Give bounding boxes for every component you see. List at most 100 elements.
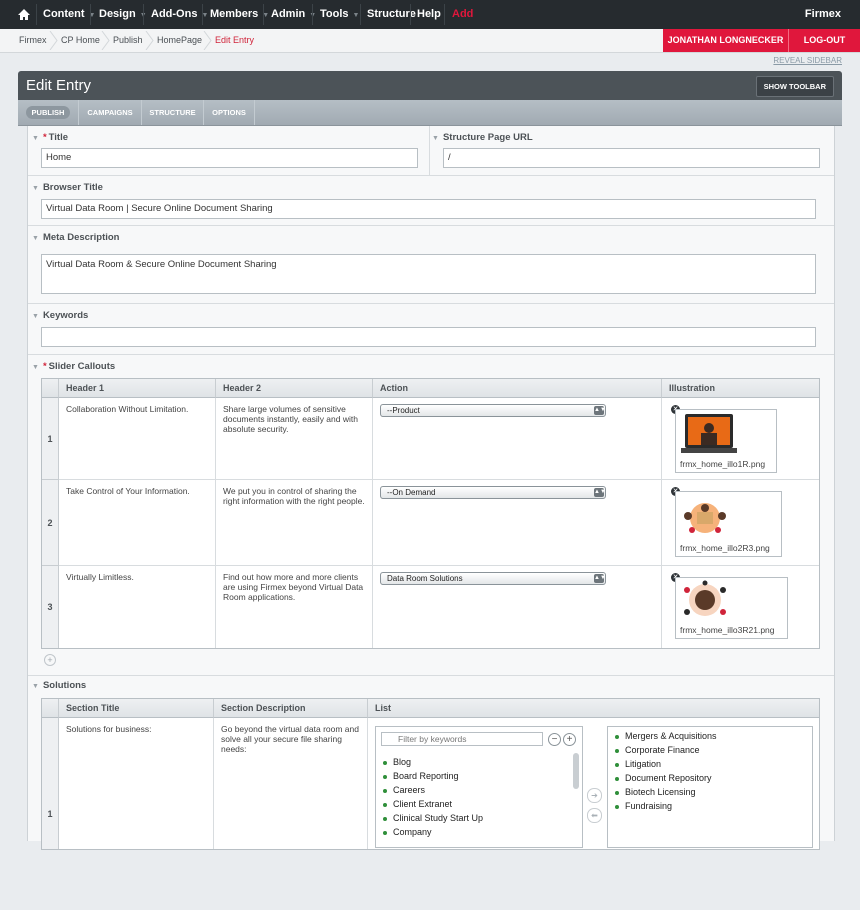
entry-header: Edit Entry SHOW TOOLBAR (18, 71, 842, 100)
table-cell[interactable]: Share large volumes of sensitive documen… (216, 398, 373, 480)
breadcrumb-separator-icon (49, 31, 58, 50)
nav-tools[interactable]: Tools ▼ (320, 0, 359, 29)
action-select[interactable]: --On Demand ▲▼ (380, 486, 606, 499)
title-input[interactable]: Home (41, 148, 418, 168)
file-thumbnail[interactable]: frmx_home_illo2R3.png (675, 491, 782, 557)
collapse-icon[interactable]: ▼ (32, 185, 39, 192)
nav-add[interactable]: Add (452, 0, 473, 29)
reveal-sidebar-link[interactable]: REVEAL SIDEBAR (773, 56, 842, 65)
nav-addons[interactable]: Add-Ons ▼ (151, 0, 208, 29)
row-number-header (42, 379, 59, 398)
file-thumbnail[interactable]: frmx_home_illo1R.png (675, 409, 777, 473)
nav-members[interactable]: Members ▼ (210, 0, 269, 29)
table-cell[interactable]: Find out how more and more clients are u… (216, 566, 373, 648)
file-name: frmx_home_illo1R.png (680, 459, 766, 469)
action-select[interactable]: --Product ▲▼ (380, 404, 606, 417)
table-cell[interactable]: Solutions for business: (59, 718, 214, 849)
list-item[interactable]: Client Extranet (383, 799, 452, 809)
nav-design[interactable]: Design▼ (99, 0, 147, 29)
browser-title-input[interactable]: Virtual Data Room | Secure Online Docume… (41, 199, 816, 219)
tab-publish[interactable]: PUBLISH (18, 100, 79, 125)
meta-description-label: ▼ Meta Description (32, 232, 120, 243)
keywords-section: ▼ Keywords (28, 304, 834, 355)
column-header: Action (373, 379, 662, 398)
scrollbar[interactable] (573, 753, 579, 789)
table-cell[interactable]: Virtually Limitless. (59, 566, 216, 648)
collapse-icon[interactable]: ▼ (32, 364, 39, 371)
network-illustration (684, 580, 726, 616)
nav-divider (202, 4, 203, 25)
selected-items-list[interactable]: Mergers & Acquisitions Corporate Finance… (607, 726, 813, 848)
filter-input[interactable]: Filter by keywords (381, 732, 543, 746)
list-item[interactable]: Board Reporting (383, 771, 459, 781)
select-arrows-icon: ▲▼ (594, 406, 606, 415)
slider-callouts-section: ▼ * Slider Callouts Header 1 Header 2 Acti… (28, 355, 834, 676)
nav-divider (143, 4, 144, 25)
column-header: Section Title (59, 699, 214, 718)
plus-icon[interactable]: + (563, 733, 576, 746)
breadcrumb-item[interactable]: CP Home (61, 29, 100, 52)
chevron-down-icon: ▼ (352, 12, 360, 19)
move-left-icon[interactable]: ⬅ (587, 808, 602, 823)
available-items-list[interactable]: Filter by keywords − + Blog Board Report… (375, 726, 583, 848)
breadcrumb-current: Edit Entry (215, 35, 255, 45)
nav-content[interactable]: Content ▼ (43, 0, 95, 29)
tab-structure[interactable]: STRUCTURE (142, 100, 204, 125)
minus-icon[interactable]: − (548, 733, 561, 746)
column-header: Header 2 (216, 379, 373, 398)
table-cell[interactable]: Take Control of Your Information. (59, 480, 216, 566)
breadcrumb-item[interactable]: Firmex (19, 29, 47, 52)
divider (429, 126, 430, 175)
breadcrumb-item[interactable]: HomePage (157, 29, 202, 52)
nav-divider (410, 4, 411, 25)
action-select[interactable]: Data Room Solutions ▲▼ (380, 572, 606, 585)
nav-divider (36, 4, 37, 25)
list-item[interactable]: Biotech Licensing (615, 787, 696, 797)
show-toolbar-button[interactable]: SHOW TOOLBAR (755, 76, 834, 97)
list-item[interactable]: Company (383, 827, 432, 837)
table-cell[interactable]: We put you in control of sharing the rig… (216, 480, 373, 566)
move-right-icon[interactable]: ➔ (587, 788, 602, 803)
collapse-icon[interactable]: ▼ (32, 235, 39, 242)
logout-button[interactable]: LOG-OUT (788, 29, 860, 52)
collapse-icon[interactable]: ▼ (432, 135, 439, 142)
breadcrumb-item[interactable]: Publish (113, 29, 143, 52)
site-name[interactable]: Firmex (805, 0, 841, 29)
list-item[interactable]: Clinical Study Start Up (383, 813, 483, 823)
slider-callouts-label: ▼ * Slider Callouts (32, 361, 116, 372)
tab-options[interactable]: OPTIONS (204, 100, 255, 125)
column-header: Illustration (662, 379, 819, 398)
tab-campaigns[interactable]: CAMPAIGNS (79, 100, 142, 125)
collapse-icon[interactable]: ▼ (32, 313, 39, 320)
collapse-icon[interactable]: ▼ (32, 135, 39, 142)
nav-admin[interactable]: Admin▼ (271, 0, 316, 29)
list-item[interactable]: Careers (383, 785, 425, 795)
title-section: ▼ * Title Home ▼ Structure Page URL / (28, 126, 834, 176)
slider-callouts-grid: Header 1 Header 2 Action Illustration 1 … (41, 378, 820, 649)
meta-description-textarea[interactable]: Virtual Data Room & Secure Online Docume… (41, 254, 816, 294)
list-item[interactable]: Document Repository (615, 773, 712, 783)
list-item[interactable]: Litigation (615, 759, 661, 769)
collapse-icon[interactable]: ▼ (32, 683, 39, 690)
structure-url-label: ▼ Structure Page URL (432, 132, 533, 143)
column-header: Section Description (214, 699, 368, 718)
add-row-icon[interactable]: + (44, 654, 56, 666)
file-thumbnail[interactable]: frmx_home_illo3R21.png (675, 577, 788, 639)
page-title: Edit Entry (26, 77, 92, 94)
nav-structure[interactable]: Structure (367, 0, 416, 29)
keywords-input[interactable] (41, 327, 816, 347)
nav-divider (263, 4, 264, 25)
list-item[interactable]: Blog (383, 757, 411, 767)
home-icon[interactable] (16, 7, 32, 23)
nav-help[interactable]: Help (417, 0, 441, 29)
breadcrumb-separator-icon (101, 31, 110, 50)
publish-form: ▼ * Title Home ▼ Structure Page URL / ▼ Brow… (27, 126, 835, 850)
list-item[interactable]: Corporate Finance (615, 745, 700, 755)
user-button[interactable]: JONATHAN LONGNECKER (663, 29, 788, 52)
table-cell[interactable]: Go beyond the virtual data room and solv… (214, 718, 368, 849)
list-item[interactable]: Fundraising (615, 801, 672, 811)
table-cell[interactable]: Collaboration Without Limitation. (59, 398, 216, 480)
list-item[interactable]: Mergers & Acquisitions (615, 731, 717, 741)
tab-bar: PUBLISH CAMPAIGNS STRUCTURE OPTIONS (18, 100, 842, 126)
structure-url-input[interactable]: / (443, 148, 820, 168)
